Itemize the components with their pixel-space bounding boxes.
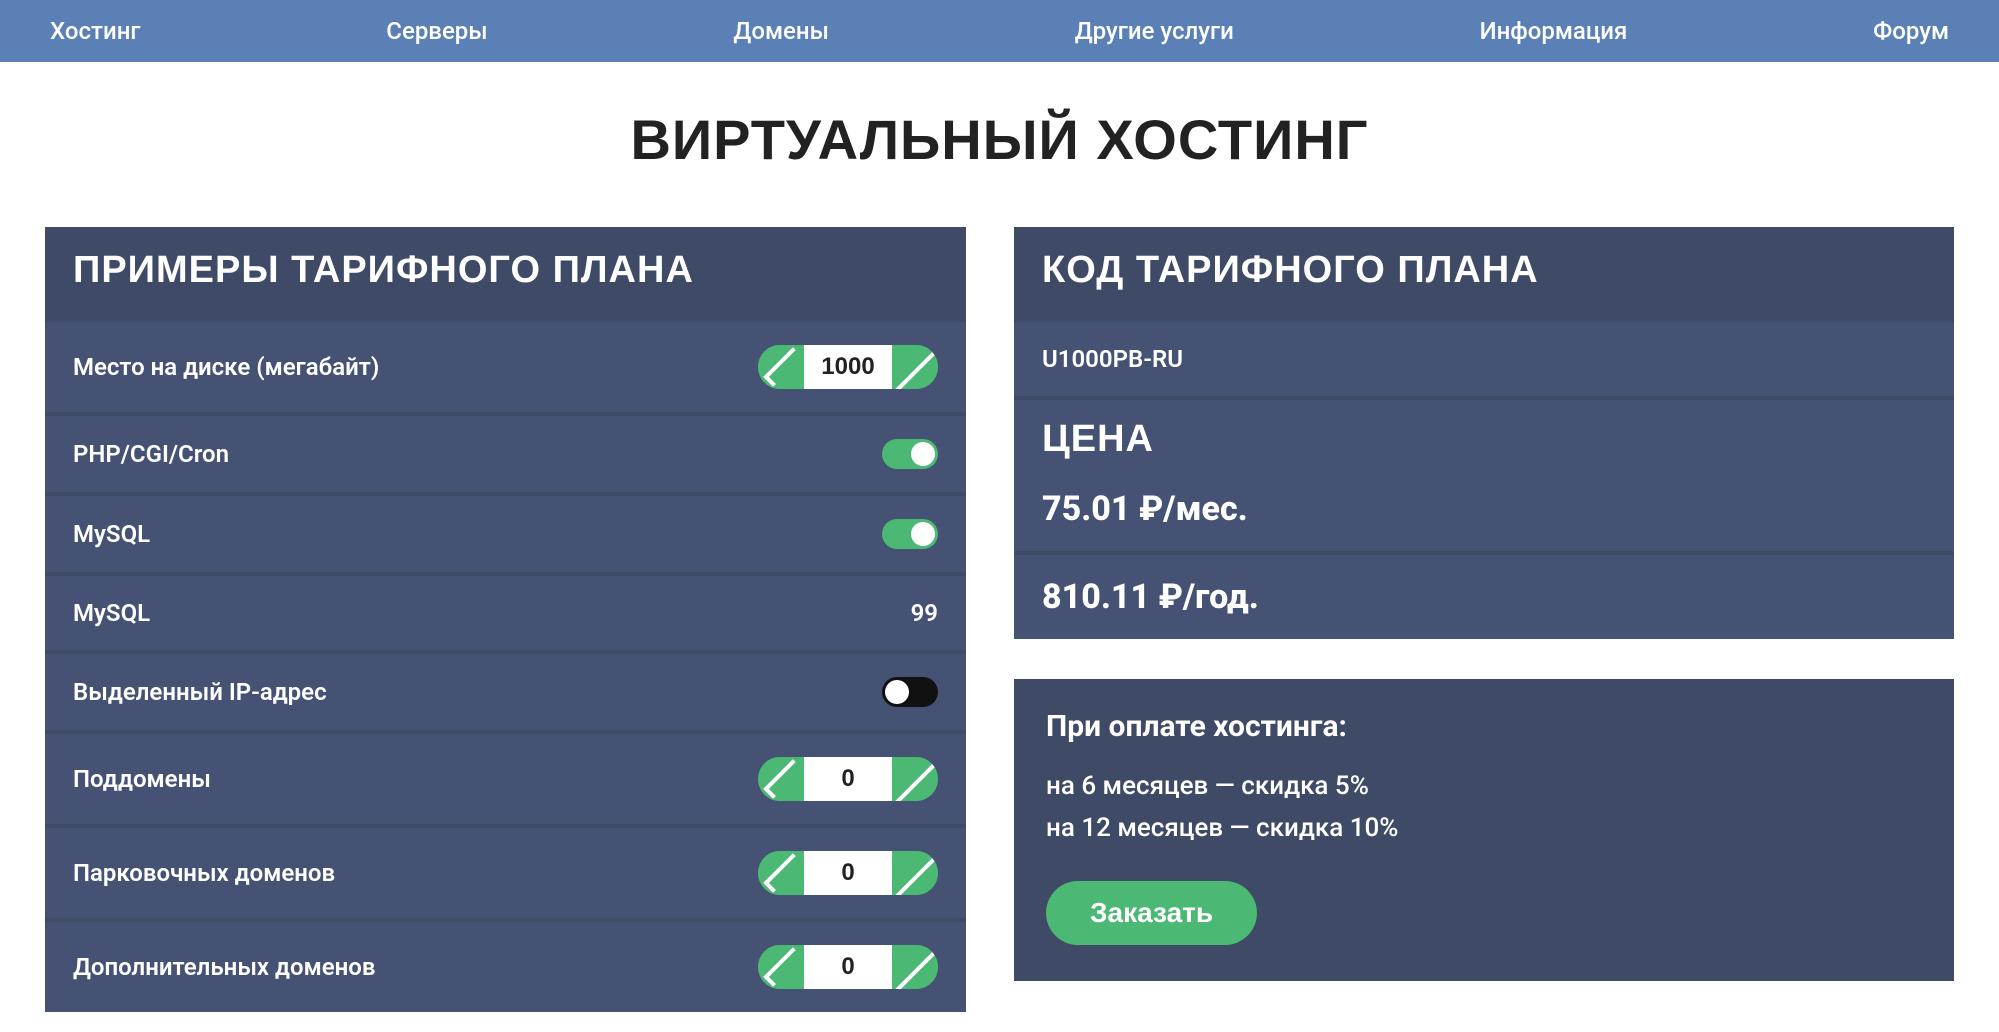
parked-label: Парковочных доменов (73, 859, 335, 887)
toggle-knob (911, 442, 935, 466)
page-title: ВИРТУАЛЬНЫЙ ХОСТИНГ (0, 107, 1999, 172)
subdomains-increment-button[interactable] (892, 757, 938, 801)
ip-toggle[interactable] (882, 677, 938, 707)
row-mysql-count: MySQL 99 (45, 576, 966, 654)
addon-input[interactable] (804, 945, 892, 989)
subdomains-input[interactable] (804, 757, 892, 801)
price-month: 75.01 ₽/мес. (1014, 467, 1954, 555)
nav-item-domains[interactable]: Домены (733, 17, 828, 45)
plan-examples-heading: ПРИМЕРЫ ТАРИФНОГО ПЛАНА (45, 227, 966, 322)
nav-item-hosting[interactable]: Хостинг (50, 17, 140, 45)
parked-decrement-button[interactable] (758, 851, 804, 895)
discount-line-1: на 6 месяцев — скидка 5% (1046, 766, 1922, 808)
subdomains-decrement-button[interactable] (758, 757, 804, 801)
row-addon: Дополнительных доменов (45, 922, 966, 1012)
subdomains-stepper (758, 757, 938, 801)
nav-item-forum[interactable]: Форум (1873, 17, 1949, 45)
disk-increment-button[interactable] (892, 345, 938, 389)
ip-label: Выделенный IP-адрес (73, 678, 327, 706)
parked-increment-button[interactable] (892, 851, 938, 895)
discount-line-2: на 12 месяцев — скидка 10% (1046, 808, 1922, 850)
toggle-knob (885, 680, 909, 704)
mysql-toggle-label: MySQL (73, 520, 150, 548)
plan-code-value: U1000PB-RU (1014, 322, 1954, 400)
toggle-knob (911, 522, 935, 546)
price-year: 810.11 ₽/год. (1014, 555, 1954, 639)
top-nav: Хостинг Серверы Домены Другие услуги Инф… (0, 0, 1999, 62)
mysql-count-label: MySQL (73, 599, 150, 627)
addon-stepper (758, 945, 938, 989)
parked-stepper (758, 851, 938, 895)
addon-increment-button[interactable] (892, 945, 938, 989)
row-subdomains: Поддомены (45, 734, 966, 828)
chevron-left-icon (763, 947, 803, 987)
subdomains-label: Поддомены (73, 765, 211, 793)
row-mysql-toggle: MySQL (45, 496, 966, 576)
chevron-left-icon (763, 759, 803, 799)
addon-decrement-button[interactable] (758, 945, 804, 989)
price-heading: ЦЕНА (1014, 400, 1954, 467)
row-parked: Парковочных доменов (45, 828, 966, 922)
mysql-toggle[interactable] (882, 519, 938, 549)
chevron-left-icon (763, 347, 803, 387)
nav-item-other-services[interactable]: Другие услуги (1075, 17, 1234, 45)
plan-code-heading: КОД ТАРИФНОГО ПЛАНА (1014, 227, 1954, 322)
row-disk: Место на диске (мегабайт) (45, 322, 966, 416)
disk-input[interactable] (804, 345, 892, 389)
nav-item-info[interactable]: Информация (1480, 17, 1628, 45)
addon-label: Дополнительных доменов (73, 953, 375, 981)
order-button[interactable]: Заказать (1046, 881, 1257, 945)
plan-code-panel: КОД ТАРИФНОГО ПЛАНА U1000PB-RU ЦЕНА 75.0… (1014, 227, 1954, 639)
disk-decrement-button[interactable] (758, 345, 804, 389)
mysql-count-value: 99 (911, 599, 938, 627)
row-ip: Выделенный IP-адрес (45, 654, 966, 734)
disk-label: Место на диске (мегабайт) (73, 353, 379, 381)
row-php: PHP/CGI/Cron (45, 416, 966, 496)
parked-input[interactable] (804, 851, 892, 895)
plan-examples-panel: ПРИМЕРЫ ТАРИФНОГО ПЛАНА Место на диске (… (45, 227, 966, 1012)
php-toggle[interactable] (882, 439, 938, 469)
discount-panel: При оплате хостинга: на 6 месяцев — скид… (1014, 679, 1954, 981)
chevron-left-icon (763, 853, 803, 893)
nav-item-servers[interactable]: Серверы (386, 17, 487, 45)
discount-title: При оплате хостинга: (1046, 709, 1922, 744)
php-label: PHP/CGI/Cron (73, 440, 229, 468)
disk-stepper (758, 345, 938, 389)
